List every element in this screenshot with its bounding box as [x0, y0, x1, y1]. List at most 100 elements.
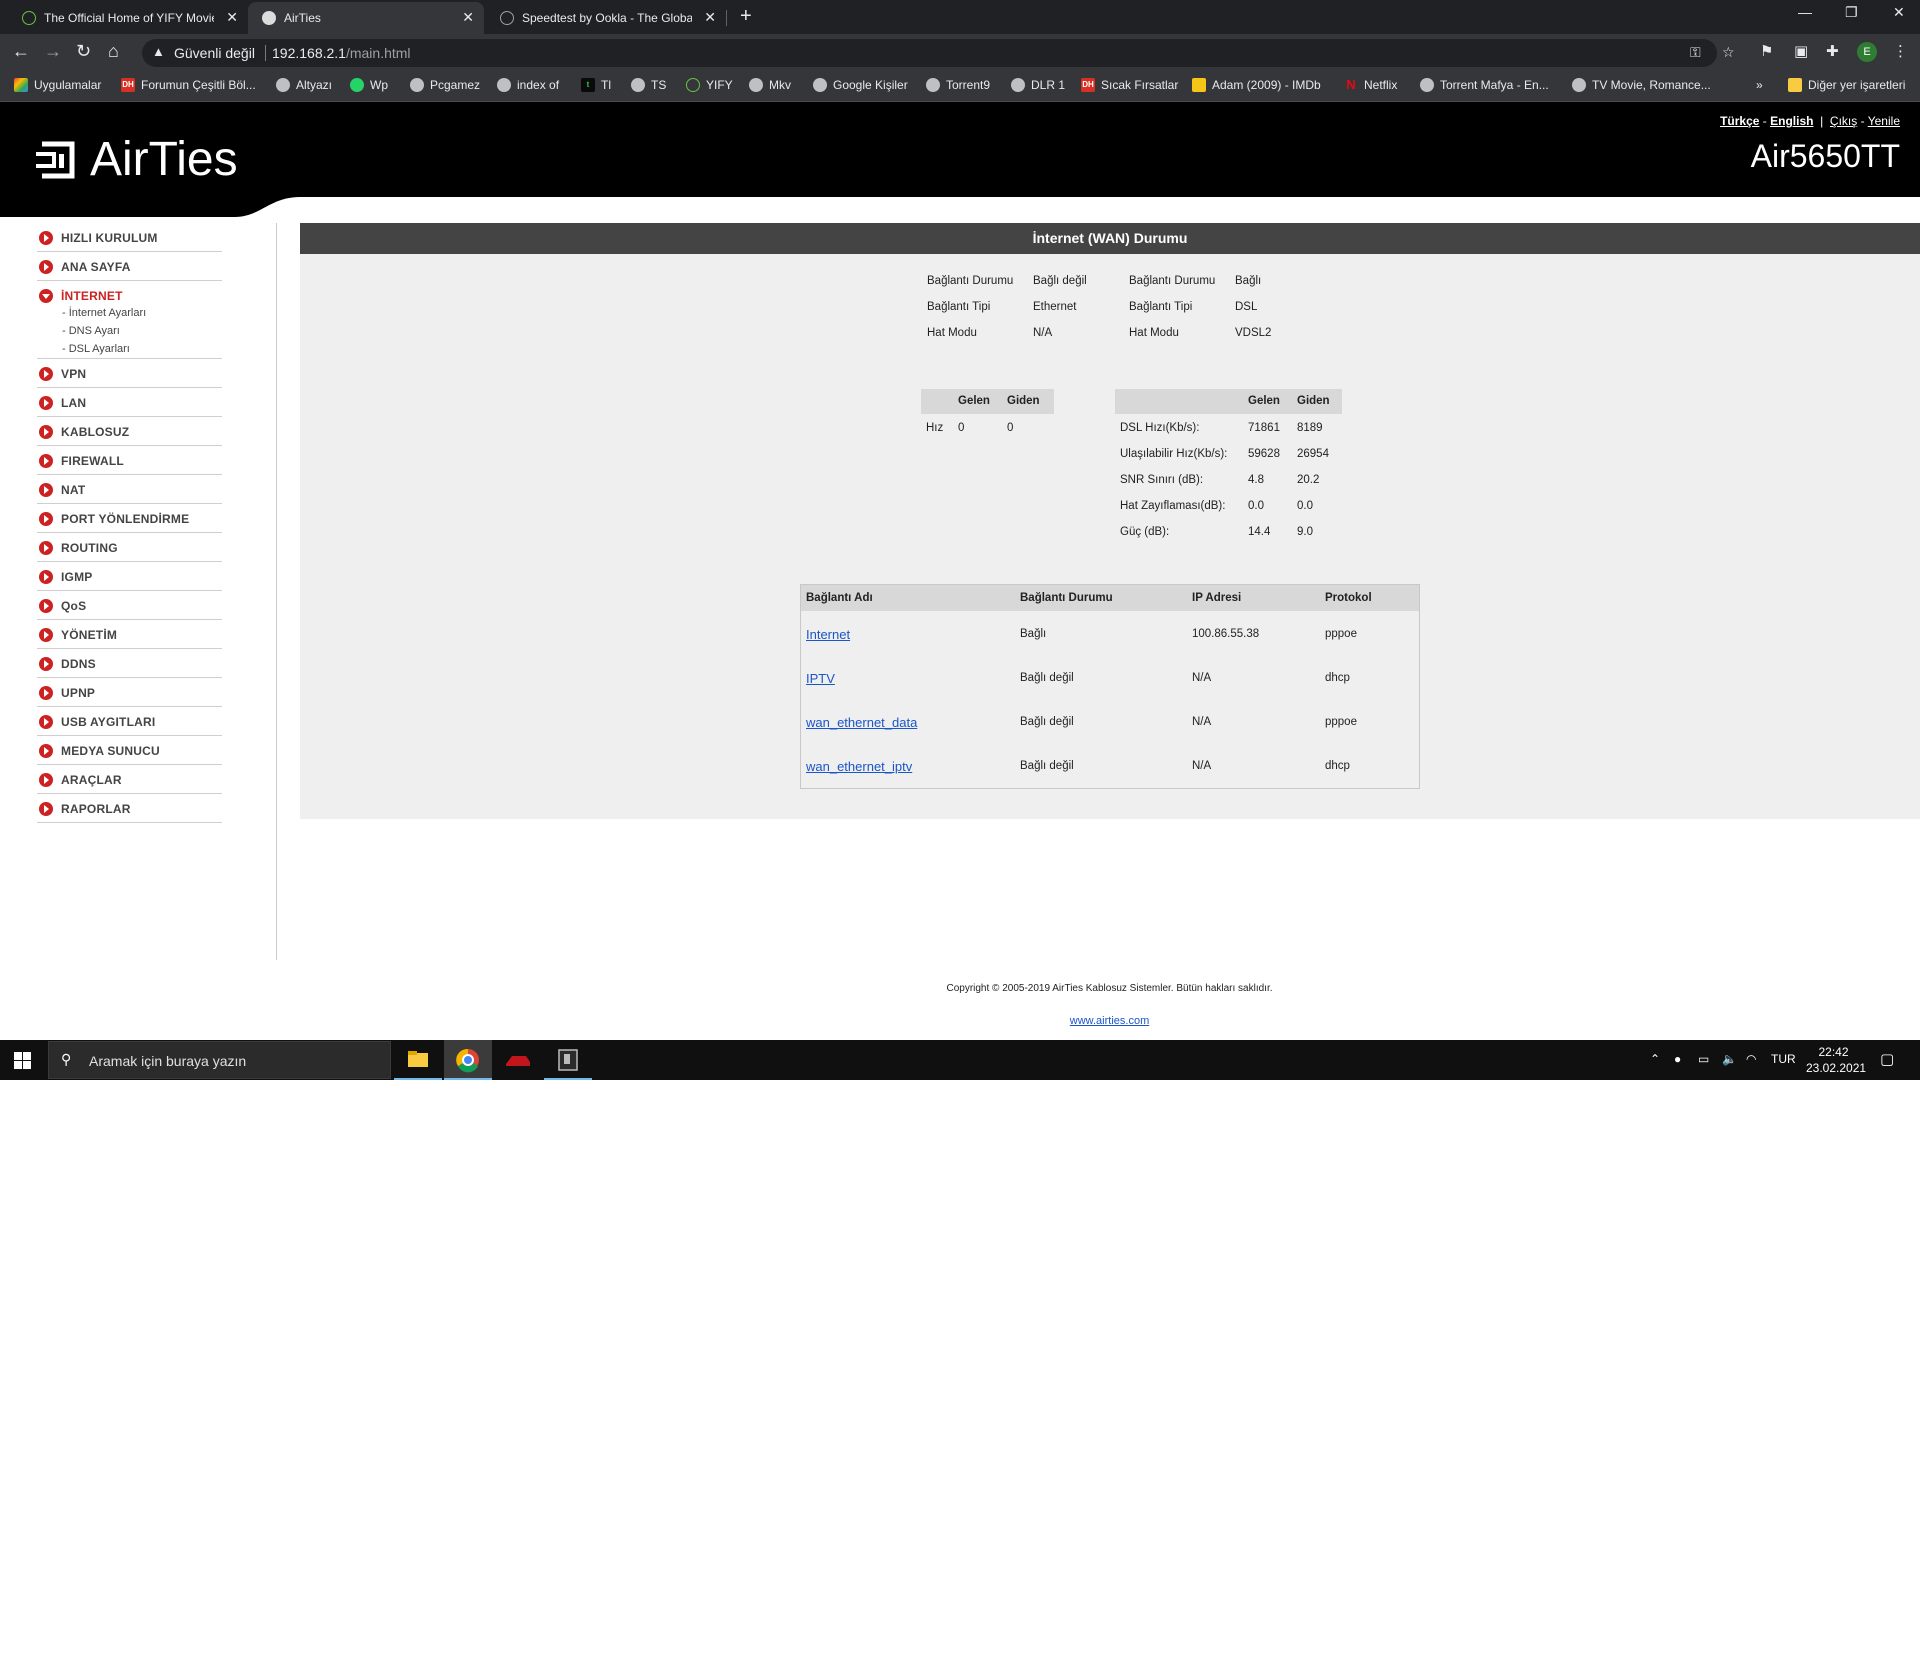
bookmark-item[interactable]: Mkv [749, 78, 791, 92]
key-icon[interactable]: ⚿ [1690, 44, 1701, 61]
bookmark-item[interactable]: N Netflix [1344, 78, 1397, 92]
tab-yify[interactable]: The Official Home of YIFY Movies ✕ [8, 2, 248, 34]
sidebar-item-quick-setup[interactable]: HIZLI KURULUM [37, 223, 222, 252]
bookmark-item[interactable]: index of [497, 78, 559, 92]
refresh-link[interactable]: Yenile [1868, 114, 1900, 128]
back-arrow-icon[interactable]: ← [12, 41, 30, 62]
sidebar-item-routing[interactable]: ROUTING [37, 533, 222, 562]
dsl-type-label: Bağlantı Tipi [1129, 301, 1193, 313]
clock-date: 23.02.2021 [1806, 1061, 1867, 1075]
more-bookmarks-button[interactable]: » [1756, 78, 1763, 92]
window-close-icon[interactable]: ✕ [1893, 4, 1905, 21]
bookmark-item[interactable]: Torrent9 [926, 78, 990, 92]
connection-link-internet[interactable]: Internet [806, 627, 850, 642]
sidebar-item-firewall[interactable]: FIREWALL [37, 446, 222, 475]
sidebar-item-tools[interactable]: ARAÇLAR [37, 765, 222, 794]
sidebar-item-port-forwarding[interactable]: PORT YÖNLENDİRME [37, 504, 222, 533]
arrow-right-icon [39, 599, 53, 613]
security-label[interactable]: Güvenli değil [174, 45, 255, 61]
bookmark-item[interactable]: t Tl [581, 78, 611, 92]
sidebar-item-internet[interactable]: İNTERNET - İnternet Ayarları - DNS Ayarı… [37, 281, 222, 359]
restore-icon[interactable]: ❐ [1845, 4, 1858, 21]
sidebar-item-vpn[interactable]: VPN [37, 359, 222, 388]
puzzle-icon[interactable]: ✚ [1826, 42, 1839, 60]
extension-square-icon[interactable]: ▣ [1794, 42, 1808, 60]
tray-expand-icon[interactable]: ⌃ [1650, 1052, 1660, 1066]
sidebar-item-home[interactable]: ANA SAYFA [37, 252, 222, 281]
tray-app-icon[interactable]: ● [1674, 1052, 1681, 1066]
tab-speedtest[interactable]: Speedtest by Ookla - The Global ✕ [486, 2, 726, 34]
url-text[interactable]: 192.168.2.1/main.html [272, 45, 411, 61]
reload-icon[interactable]: ↻ [76, 41, 91, 62]
dsl-stat-out: 0.0 [1297, 500, 1313, 512]
windows-start-icon[interactable] [14, 1052, 31, 1069]
dsl-stat-out: 26954 [1297, 448, 1329, 460]
bookmark-item[interactable]: Wp [350, 78, 388, 92]
forward-arrow-icon[interactable]: → [44, 41, 62, 62]
bookmark-apps[interactable]: Uygulamalar [14, 78, 101, 92]
minimize-icon[interactable]: — [1798, 4, 1812, 20]
bookmark-item[interactable]: TV Movie, Romance... [1572, 78, 1711, 92]
chrome-app[interactable] [444, 1040, 492, 1080]
connection-link-iptv[interactable]: IPTV [806, 671, 835, 686]
sidebar-item-reports[interactable]: RAPORLAR [37, 794, 222, 823]
arrow-right-icon [39, 512, 53, 526]
close-icon[interactable]: ✕ [462, 9, 474, 26]
sidebar-item-upnp[interactable]: UPNP [37, 678, 222, 707]
sidebar-item-ddns[interactable]: DDNS [37, 649, 222, 678]
airties-website-link[interactable]: www.airties.com [0, 1015, 1920, 1027]
logout-link[interactable]: Çıkış [1830, 114, 1857, 128]
sidebar-item-management[interactable]: YÖNETİM [37, 620, 222, 649]
tab-airties[interactable]: AirTies ✕ [248, 2, 484, 34]
bookmark-item[interactable]: DLR 1 [1011, 78, 1065, 92]
sidebar-item-usb-devices[interactable]: USB AYGITLARI [37, 707, 222, 736]
language-indicator[interactable]: TUR [1771, 1052, 1796, 1066]
bookmark-item[interactable]: Torrent Mafya - En... [1420, 78, 1549, 92]
bookmark-item[interactable]: Google Kişiler [813, 78, 908, 92]
file-explorer-app[interactable] [394, 1040, 442, 1080]
network-icon[interactable]: ◠ [1746, 1052, 1756, 1066]
sidebar-item-qos[interactable]: QoS [37, 591, 222, 620]
sidebar-item-lan[interactable]: LAN [37, 388, 222, 417]
sidebar-item-media-server[interactable]: MEDYA SUNUCU [37, 736, 222, 765]
lang-turkish-link[interactable]: Türkçe [1720, 114, 1759, 128]
other-bookmarks[interactable]: Diğer yer işaretleri [1788, 78, 1905, 92]
bookmark-item[interactable]: TS [631, 78, 666, 92]
new-tab-icon[interactable]: + [740, 5, 752, 28]
address-bar[interactable]: ▲ Güvenli değil 192.168.2.1/main.html ⚿ … [142, 39, 1735, 67]
close-icon[interactable]: ✕ [226, 9, 238, 26]
extension-icon[interactable]: ⚑ [1760, 42, 1773, 60]
column-header: Bağlantı Durumu [1020, 592, 1113, 604]
system-clock[interactable]: 22:42 23.02.2021 [1806, 1044, 1867, 1076]
taskbar-search[interactable]: ⚲ Aramak için buraya yazın [48, 1041, 391, 1079]
profile-avatar[interactable]: E [1857, 42, 1877, 62]
yify-icon [22, 11, 36, 25]
sidebar-item-wireless[interactable]: KABLOSUZ [37, 417, 222, 446]
header-curve [0, 197, 300, 217]
bookmark-item[interactable]: Altyazı [276, 78, 332, 92]
submenu-internet-settings[interactable]: - İnternet Ayarları [62, 307, 146, 319]
home-icon[interactable]: ⌂ [108, 41, 119, 62]
notifications-icon[interactable]: ▢ [1880, 1050, 1894, 1068]
star-icon[interactable]: ☆ [1722, 44, 1735, 61]
eth-line-mode-value: N/A [1033, 327, 1053, 339]
volume-icon[interactable]: 🔈 [1722, 1052, 1737, 1066]
connection-link-wan-ethernet-data[interactable]: wan_ethernet_data [806, 715, 917, 730]
bookmark-item[interactable]: DH Sıcak Fırsatlar [1081, 78, 1178, 92]
dsl-stat-label: SNR Sınırı (dB): [1120, 474, 1204, 486]
lang-english-link[interactable]: English [1770, 114, 1813, 128]
sidebar-item-nat[interactable]: NAT [37, 475, 222, 504]
menu-dots-icon[interactable]: ⋮ [1893, 42, 1908, 60]
sidebar-item-igmp[interactable]: IGMP [37, 562, 222, 591]
submenu-dsl-settings[interactable]: - DSL Ayarları [62, 343, 130, 355]
submenu-dns-settings[interactable]: - DNS Ayarı [62, 325, 120, 337]
terminal-app[interactable] [544, 1040, 592, 1080]
bookmark-item[interactable]: YIFY [686, 78, 733, 92]
battery-icon[interactable]: ▭ [1698, 1052, 1709, 1066]
game-app[interactable] [494, 1040, 542, 1080]
close-icon[interactable]: ✕ [704, 9, 716, 26]
bookmark-item[interactable]: DH Forumun Çeşitli Böl... [121, 78, 256, 92]
connection-link-wan-ethernet-iptv[interactable]: wan_ethernet_iptv [806, 759, 912, 774]
bookmark-item[interactable]: Pcgamez [410, 78, 480, 92]
bookmark-item[interactable]: Adam (2009) - IMDb [1192, 78, 1321, 92]
